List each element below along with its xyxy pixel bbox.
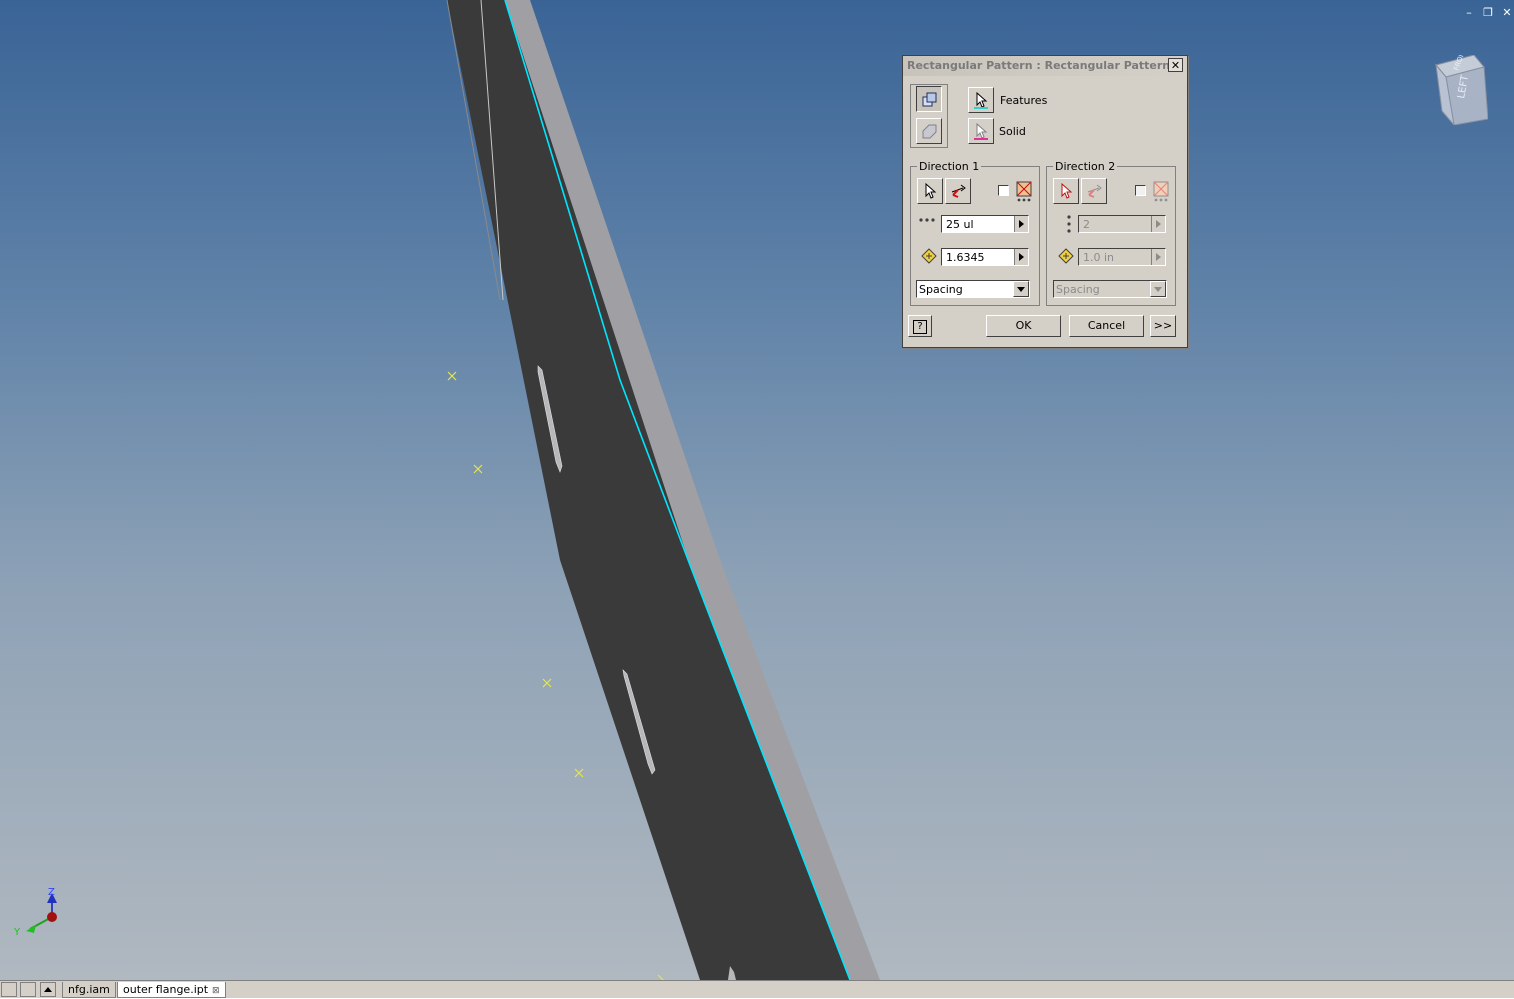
minimize-button[interactable]: –: [1462, 6, 1476, 20]
ok-button[interactable]: OK: [986, 315, 1061, 337]
flip-direction-icon: [951, 184, 966, 198]
direction1-count-field[interactable]: 25 ul: [941, 215, 1029, 233]
tab-outer-flange-ipt[interactable]: outer flange.ipt ⊠: [117, 982, 226, 998]
dialog-title: Rectangular Pattern : Rectangular Patter…: [907, 59, 1178, 72]
axis-z-label: Z: [48, 887, 55, 898]
count-vertical-icon: [1064, 214, 1074, 237]
spacing-icon: [921, 248, 939, 269]
direction2-count-field[interactable]: 2: [1078, 215, 1166, 233]
pattern-features-mode-button[interactable]: [916, 86, 942, 112]
part-model[interactable]: [0, 0, 1514, 980]
spacing-icon: [1058, 248, 1076, 269]
flip-direction-icon: [1087, 184, 1102, 198]
dialog-close-button[interactable]: ✕: [1168, 58, 1183, 72]
direction1-flip-button[interactable]: [945, 178, 971, 204]
close-tab-icon[interactable]: ⊠: [212, 986, 220, 996]
direction2-method-select[interactable]: Spacing: [1053, 280, 1167, 298]
cursor-arrow-icon: [974, 91, 988, 109]
count-icon: [918, 216, 936, 229]
pattern-solid-mode-button[interactable]: [916, 118, 942, 144]
direction2-title: Direction 2: [1053, 160, 1118, 173]
direction1-method-select[interactable]: Spacing: [916, 280, 1030, 298]
midplane-icon: [1015, 180, 1035, 205]
direction1-midplane-checkbox[interactable]: [998, 185, 1009, 196]
dialog-title-bar[interactable]: Rectangular Pattern : Rectangular Patter…: [903, 56, 1187, 76]
sketch-point: [447, 371, 457, 381]
help-button[interactable]: ?: [908, 315, 932, 337]
help-icon: ?: [913, 320, 927, 334]
tile-windows-icon[interactable]: [20, 982, 36, 997]
pattern-solid-icon: [922, 124, 937, 139]
cursor-arrow-icon: [1061, 182, 1073, 199]
direction2-spacing-field[interactable]: 1.0 in: [1078, 248, 1166, 266]
direction1-path-select-button[interactable]: [917, 178, 943, 204]
axis-y-label: Y: [13, 927, 21, 938]
direction2-path-select-button[interactable]: [1053, 178, 1079, 204]
sketch-point: [574, 768, 584, 778]
cancel-button[interactable]: Cancel: [1069, 315, 1144, 337]
features-select-button[interactable]: [968, 87, 994, 113]
restore-button[interactable]: ❐: [1481, 6, 1495, 20]
features-label: Features: [1000, 94, 1048, 107]
direction2-count-arrow[interactable]: [1151, 216, 1165, 232]
direction2-flip-button[interactable]: [1081, 178, 1107, 204]
direction2-spacing-arrow[interactable]: [1151, 249, 1165, 265]
direction1-method-value: Spacing: [919, 283, 963, 296]
viewcube[interactable]: LEFT FRONT: [1430, 46, 1489, 127]
sketch-point: [542, 678, 552, 688]
direction2-spacing-value: 1.0 in: [1083, 251, 1115, 264]
direction1-spacing-arrow[interactable]: [1014, 249, 1028, 265]
direction2-count-value: 2: [1083, 218, 1090, 231]
direction1-spacing-value: 1.6345: [946, 251, 985, 264]
chevron-down-icon[interactable]: [1150, 281, 1166, 297]
midplane-icon: [1152, 180, 1172, 205]
direction2-midplane-checkbox[interactable]: [1135, 185, 1146, 196]
part-top-face: [447, 0, 850, 980]
axis-triad: Z Y: [10, 885, 70, 945]
solid-label: Solid: [999, 125, 1026, 138]
tab-label: outer flange.ipt: [123, 983, 209, 996]
tab-list-up-icon[interactable]: [40, 982, 56, 997]
cursor-arrow-icon: [925, 182, 937, 199]
cascade-windows-icon[interactable]: [1, 982, 17, 997]
solid-select-button[interactable]: [968, 118, 994, 144]
close-window-button[interactable]: ✕: [1500, 6, 1514, 20]
pattern-features-icon: [922, 92, 937, 107]
chevron-down-icon[interactable]: [1013, 281, 1029, 297]
tab-label: nfg.iam: [68, 983, 110, 996]
more-options-button[interactable]: >>: [1150, 315, 1176, 337]
tab-nfg-iam[interactable]: nfg.iam: [62, 982, 116, 998]
direction2-method-value: Spacing: [1056, 283, 1100, 296]
cursor-arrow-icon: [974, 122, 988, 140]
direction1-count-value: 25 ul: [946, 218, 974, 231]
graphics-viewport[interactable]: – ❐ ✕ LEFT FRONT Z Y: [0, 0, 1514, 980]
document-tab-bar: nfg.iam outer flange.ipt ⊠: [0, 980, 1514, 998]
direction1-count-arrow[interactable]: [1014, 216, 1028, 232]
direction1-title: Direction 1: [917, 160, 982, 173]
direction1-spacing-field[interactable]: 1.6345: [941, 248, 1029, 266]
sketch-point: [473, 464, 483, 474]
